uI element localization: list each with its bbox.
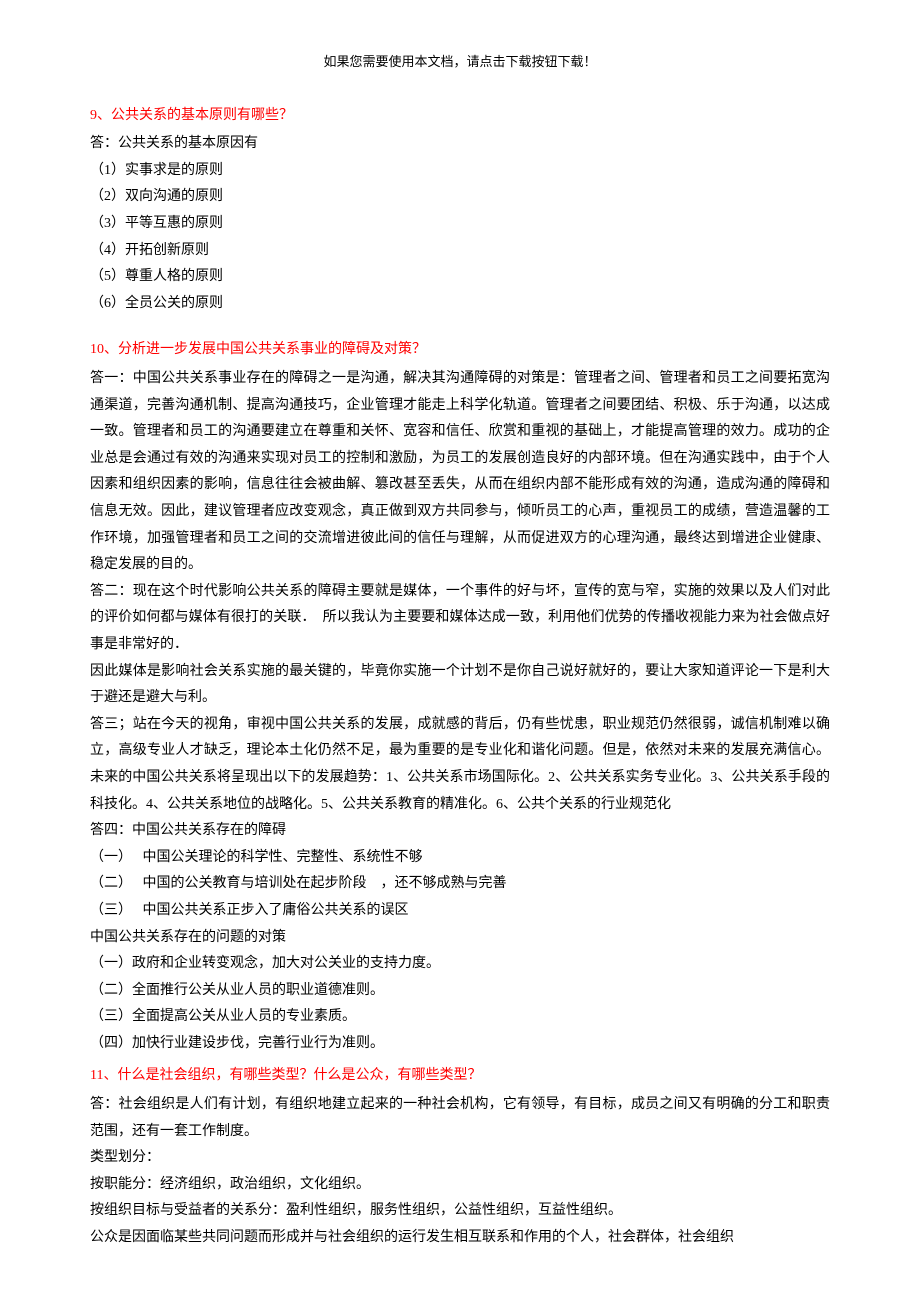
q9-item: （3）平等互惠的原则 xyxy=(90,211,830,238)
q10-answer-1: 答一：中国公共关系事业存在的障碍之一是沟通，解决其沟通障碍的对策是：管理者之间、… xyxy=(90,366,830,579)
q9-item: （4）开拓创新原则 xyxy=(90,238,830,265)
q10-a4-counter-item: （二）全面推行公关从业人员的职业道德准则。 xyxy=(90,978,830,1005)
q10-answer-2-p1: 答二：现在这个时代影响公共关系的障碍主要就是媒体，一个事件的好与坏，宣传的宽与窄… xyxy=(90,579,830,659)
q10-answer-2-p2: 因此媒体是影响社会关系实施的最关键的，毕竟你实施一个计划不是你自己说好就好的，要… xyxy=(90,659,830,712)
question-11-title: 11、什么是社会组织，有哪些类型？什么是公众，有哪些类型？ xyxy=(90,1063,830,1090)
q10-answer-4-intro: 答四：中国公共关系存在的障碍 xyxy=(90,818,830,845)
q11-p5: 公众是因面临某些共同问题而形成并与社会组织的运行发生相互联系和作用的个人，社会群… xyxy=(90,1225,830,1252)
q10-a4-counter-item: （四）加快行业建设步伐，完善行业行为准则。 xyxy=(90,1031,830,1058)
q9-item: （5）尊重人格的原则 xyxy=(90,264,830,291)
q11-p4: 按组织目标与受益者的关系分：盈利性组织，服务性组织，公益性组织，互益性组织。 xyxy=(90,1198,830,1225)
question-10-title: 10、分析进一步发展中国公共关系事业的障碍及对策？ xyxy=(90,337,830,364)
q10-answer-3: 答三；站在今天的视角，审视中国公共关系的发展，成就感的背后，仍有些忧患，职业规范… xyxy=(90,712,830,818)
document-page: 如果您需要使用本文档，请点击下载按钮下载！ 9、公共关系的基本原则有哪些？ 答：… xyxy=(0,0,920,1312)
q10-a4-counter-item: （三）全面提高公关从业人员的专业素质。 xyxy=(90,1004,830,1031)
spacer xyxy=(90,317,830,331)
q9-item: （1）实事求是的原则 xyxy=(90,158,830,185)
q10-a4-item: （三） 中国公共关系正步入了庸俗公共关系的误区 xyxy=(90,898,830,925)
q10-a4-counter-item: （一）政府和企业转变观念，加大对公关业的支持力度。 xyxy=(90,951,830,978)
q11-p2: 类型划分： xyxy=(90,1145,830,1172)
q10-a4-counter-intro: 中国公共关系存在的问题的对策 xyxy=(90,925,830,952)
q9-item: （2）双向沟通的原则 xyxy=(90,184,830,211)
q9-intro: 答：公共关系的基本原因有 xyxy=(90,131,830,158)
q11-p1: 答：社会组织是人们有计划，有组织地建立起来的一种社会机构，它有领导，有目标，成员… xyxy=(90,1092,830,1145)
q9-item: （6）全员公关的原则 xyxy=(90,291,830,318)
q11-p3: 按职能分：经济组织，政治组织，文化组织。 xyxy=(90,1172,830,1199)
q10-a4-item: （二） 中国的公关教育与培训处在起步阶段 ，还不够成熟与完善 xyxy=(90,871,830,898)
q10-a4-item: （一） 中国公关理论的科学性、完整性、系统性不够 xyxy=(90,845,830,872)
question-9-title: 9、公共关系的基本原则有哪些？ xyxy=(90,103,830,130)
header-note: 如果您需要使用本文档，请点击下载按钮下载！ xyxy=(90,50,830,75)
